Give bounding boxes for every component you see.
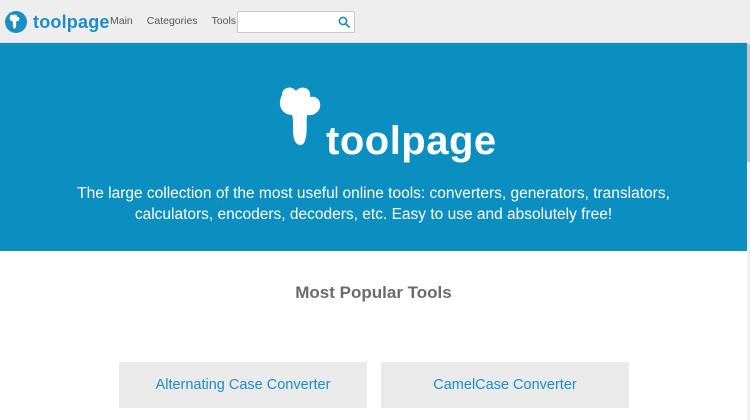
tool-card-camelcase-converter[interactable]: CamelCase Converter: [381, 362, 629, 408]
hero-description-line: The large collection of the most useful …: [77, 185, 670, 202]
tool-card-alternating-case-converter[interactable]: Alternating Case Converter: [119, 362, 367, 408]
search-icon[interactable]: [336, 14, 352, 30]
brand-name: toolpage: [33, 12, 110, 32]
hero-description: The large collection of the most useful …: [0, 183, 747, 225]
brand-link[interactable]: toolpage: [5, 9, 110, 35]
search-box: [237, 11, 355, 33]
hero-banner: toolpage The large collection of the mos…: [0, 43, 747, 251]
search-input[interactable]: [238, 12, 334, 32]
toolpage-logo-icon: [5, 11, 27, 33]
top-navbar: toolpage Main Categories Tools: [0, 0, 750, 43]
section-title: Most Popular Tools: [295, 283, 452, 302]
hero-description-line: calculators, encoders, decoders, etc. Ea…: [134, 206, 613, 223]
nav-main[interactable]: Main: [110, 14, 133, 28]
nav-tools[interactable]: Tools: [212, 14, 237, 28]
hero-brand-name: toolpage: [326, 119, 497, 163]
nav-categories[interactable]: Categories: [147, 14, 198, 28]
main-nav: Main Categories Tools: [110, 14, 250, 28]
